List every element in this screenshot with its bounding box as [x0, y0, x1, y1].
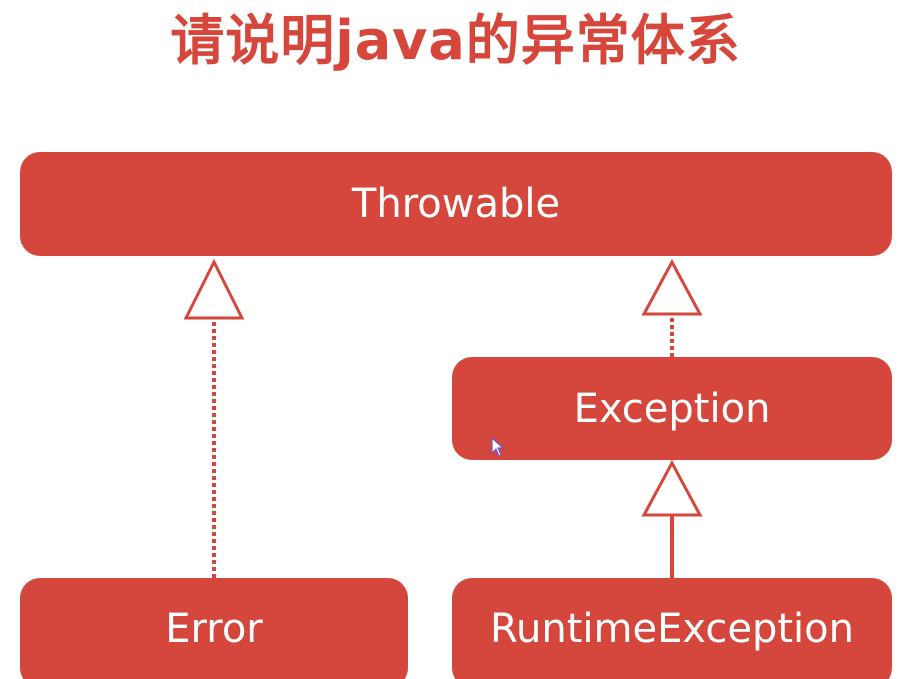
node-runtime-exception-label: RuntimeException [490, 606, 854, 652]
mouse-cursor-icon [491, 437, 505, 457]
node-exception: Exception [452, 357, 892, 460]
page-title: 请说明java的异常体系 [170, 9, 741, 72]
node-throwable: Throwable [20, 152, 892, 256]
slide: 请说明java的异常体系 Throwable Exception Error R… [0, 0, 911, 679]
arrowhead-error-throwable [183, 258, 245, 320]
node-error-label: Error [165, 606, 263, 652]
node-throwable-label: Throwable [351, 181, 561, 227]
arrowhead-exception-throwable [641, 258, 703, 316]
node-exception-label: Exception [573, 385, 771, 432]
arrowhead-runtime-exception [641, 459, 703, 517]
node-runtime-exception: RuntimeException [452, 578, 892, 679]
node-error: Error [20, 578, 408, 679]
